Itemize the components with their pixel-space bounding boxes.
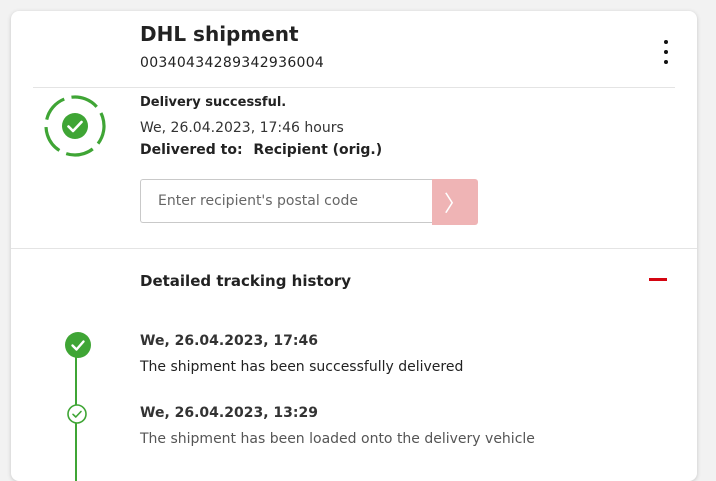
divider — [11, 248, 697, 249]
check-circle-icon — [65, 332, 91, 358]
delivered-to: Delivered to: Recipient (orig.) — [140, 142, 382, 158]
divider — [33, 87, 675, 88]
tracking-history-title: Detailed tracking history — [140, 272, 352, 290]
shipment-card: DHL shipment 00340434289342936004 Delive… — [11, 11, 697, 481]
event-date: We, 26.04.2023, 13:29 — [140, 405, 318, 421]
event-date: We, 26.04.2023, 17:46 — [140, 333, 318, 349]
minus-icon[interactable] — [647, 273, 669, 287]
more-vertical-icon[interactable] — [658, 39, 674, 65]
postal-code-input[interactable] — [140, 179, 433, 223]
delivered-to-value: Recipient (orig.) — [253, 142, 383, 158]
check-circle-icon — [44, 95, 106, 157]
delivery-date: We, 26.04.2023, 17:46 hours — [140, 120, 344, 136]
event-description: The shipment has been loaded onto the de… — [140, 431, 535, 447]
tracking-number: 00340434289342936004 — [140, 55, 325, 71]
check-circle-outline-icon — [67, 404, 87, 424]
postal-code-form: 〉 — [140, 179, 478, 225]
delivered-to-label: Delivered to: — [140, 142, 243, 158]
chevron-right-icon: 〉 — [443, 191, 466, 216]
event-description: The shipment has been successfully deliv… — [140, 359, 464, 375]
submit-postal-code-button[interactable]: 〉 — [432, 179, 478, 225]
delivery-status: Delivery successful. — [140, 95, 287, 110]
shipment-title: DHL shipment — [140, 22, 299, 46]
